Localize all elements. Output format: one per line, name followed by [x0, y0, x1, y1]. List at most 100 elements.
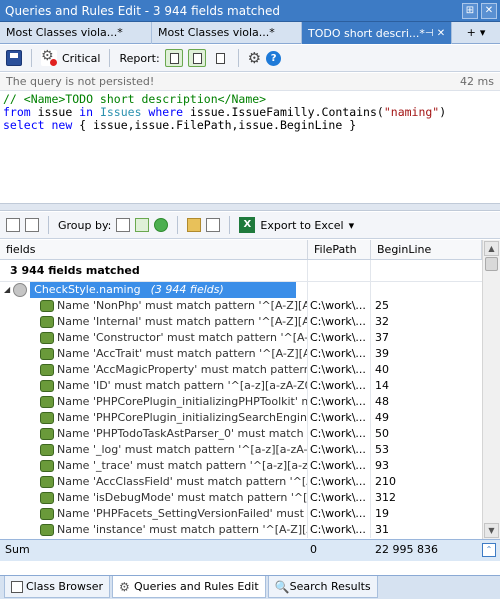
tab-label: Class Browser [26, 580, 104, 593]
table-row[interactable]: Name 'instance' must match pattern '^[A-… [0, 522, 482, 538]
rule-group-icon [13, 283, 28, 297]
close-icon[interactable]: ✕ [481, 2, 497, 19]
table-row[interactable]: Name 'Internal' must match pattern '^[A-… [0, 314, 482, 330]
sum-label: Sum [5, 543, 30, 556]
chevron-down-icon[interactable]: ▾ [349, 219, 355, 232]
toolbar-separator [48, 216, 49, 234]
beginline-cell: 210 [375, 475, 396, 488]
beginline-cell: 49 [375, 411, 389, 424]
collapse-sum-icon[interactable]: ⌃ [482, 543, 496, 557]
chevron-down-icon[interactable]: ▾ [480, 26, 486, 39]
add-tab-icon[interactable]: + [467, 26, 476, 39]
table-row[interactable]: Name '_log' must match pattern '^[a-z][a… [0, 442, 482, 458]
filepath-cell: C:\work\... [308, 362, 371, 378]
field-cell: Name 'isDebugMode' must match pattern '^… [57, 491, 308, 504]
file-icon[interactable] [206, 218, 221, 232]
sum-row: Sum 0 22 995 836 ⌃ [0, 539, 500, 561]
table-row[interactable]: Name 'Constructor' must match pattern '^… [0, 330, 482, 346]
beginline-cell: 48 [375, 395, 389, 408]
table-row[interactable]: Name 'AccMagicProperty' must match patte… [0, 362, 482, 378]
column-header-filepath[interactable]: FilePath [308, 240, 371, 259]
group-row[interactable]: ◢ CheckStyle.naming (3 944 fields) [0, 282, 482, 298]
field-icon [40, 428, 54, 440]
help-icon[interactable]: ? [266, 50, 282, 66]
tab-most-classes-1[interactable]: Most Classes viola...* [0, 22, 152, 44]
excel-icon[interactable]: X [239, 217, 256, 233]
filepath-cell: C:\work\... [308, 330, 371, 346]
results-grid: 3 944 fields matched ◢ CheckStyle.naming… [0, 260, 482, 539]
tab-label: Search Results [289, 580, 371, 593]
filepath-cell: C:\work\... [308, 490, 371, 506]
beginline-cell: 19 [375, 507, 389, 520]
critical-rule-icon[interactable] [41, 48, 57, 66]
field-icon [40, 444, 54, 456]
expand-all-icon[interactable] [6, 218, 20, 232]
table-row[interactable]: Name 'ID' must match pattern '^[a-z][a-z… [0, 378, 482, 394]
save-icon[interactable] [6, 50, 22, 66]
export-to-excel-button[interactable]: Export to Excel [260, 219, 343, 232]
scroll-down-icon[interactable]: ▼ [484, 523, 499, 538]
collapse-icon[interactable]: ◢ [4, 282, 10, 298]
query-editor[interactable]: // <Name>TODO short description</Name> f… [0, 91, 500, 203]
results-toolbar: Group by: X Export to Excel ▾ [0, 212, 500, 239]
toolbar-separator [237, 49, 239, 67]
field-icon [40, 348, 54, 360]
field-cell: Name 'Constructor' must match pattern '^… [57, 331, 308, 344]
filepath-cell: C:\work\... [308, 458, 371, 474]
toolbar-separator [177, 216, 179, 234]
sum-beginline: 22 995 836 [375, 543, 438, 556]
tab-search-results[interactable]: 🔍 Search Results [267, 576, 378, 598]
report-chart-button[interactable] [164, 49, 183, 67]
table-row[interactable]: Name 'PHPCorePlugin_initializingSearchEn… [0, 410, 482, 426]
table-row[interactable]: Name 'isDebugMode' must match pattern '^… [0, 490, 482, 506]
field-cell: Name 'PHPTodoTaskAstParser_0' must match… [57, 427, 307, 440]
query-toolbar: Critical Report: ⚙ ? [0, 45, 500, 72]
table-row[interactable]: Name 'NonPhp' must match pattern '^[A-Z]… [0, 298, 482, 314]
beginline-cell: 50 [375, 427, 389, 440]
filepath-cell: C:\work\... [308, 378, 371, 394]
field-icon [40, 476, 54, 488]
tab-close-icon[interactable]: ⊣ ✕ [425, 23, 445, 44]
beginline-cell: 53 [375, 443, 389, 456]
beginline-cell: 31 [375, 523, 389, 536]
matched-label: 3 944 fields matched [0, 260, 308, 281]
scroll-up-icon[interactable]: ▲ [484, 241, 499, 256]
filepath-cell: C:\work\... [308, 314, 371, 330]
table-row[interactable]: Name 'AccClassField' must match pattern … [0, 474, 482, 490]
pin-icon[interactable]: ⊞ [462, 2, 478, 19]
group-by-label: Group by: [58, 218, 112, 232]
folder-icon[interactable] [187, 218, 202, 232]
report-table-button[interactable] [187, 49, 206, 67]
report-list-button[interactable] [211, 49, 229, 67]
collapse-all-icon[interactable] [25, 218, 39, 232]
group-by-namespace-icon[interactable] [135, 218, 150, 232]
table-row[interactable]: Name 'PHPFacets_SettingVersionFailed' mu… [0, 506, 482, 522]
status-message: The query is not persisted! [6, 75, 155, 88]
table-row[interactable]: Name 'PHPCorePlugin_initializingPHPToolk… [0, 394, 482, 410]
gear-icon[interactable]: ⚙ [248, 50, 261, 66]
editor-splitter[interactable] [0, 203, 500, 211]
group-by-type-icon[interactable] [154, 218, 169, 232]
field-cell: Name 'AccClassField' must match pattern … [57, 475, 307, 488]
field-icon [40, 412, 54, 424]
tab-todo-short-description[interactable]: TODO short descri...* ⊣ ✕ [302, 22, 452, 44]
group-by-assembly-icon[interactable] [116, 218, 131, 232]
vertical-scrollbar[interactable]: ▲ ▼ [482, 240, 500, 539]
column-header-fields[interactable]: fields [0, 240, 308, 259]
field-cell: Name 'ID' must match pattern '^[a-z][a-z… [57, 379, 307, 392]
document-tabs: Most Classes viola...* Most Classes viol… [0, 22, 500, 44]
field-cell: Name 'Internal' must match pattern '^[A-… [57, 315, 307, 328]
tab-most-classes-2[interactable]: Most Classes viola...* [152, 22, 302, 44]
group-label: CheckStyle.naming (3 944 fields) [30, 282, 297, 298]
window-titlebar: Queries and Rules Edit - 3 944 fields ma… [0, 0, 500, 22]
tab-class-browser[interactable]: Class Browser [4, 576, 111, 598]
table-row[interactable]: Name 'PHPTodoTaskAstParser_0' must match… [0, 426, 482, 442]
table-row[interactable]: Name '_trace' must match pattern '^[a-z]… [0, 458, 482, 474]
critical-label[interactable]: Critical [62, 52, 100, 65]
table-row[interactable]: Name 'AccTrait' must match pattern '^[A-… [0, 346, 482, 362]
field-cell: Name 'AccTrait' must match pattern '^[A-… [57, 347, 307, 360]
column-header-beginline[interactable]: BeginLine [371, 240, 482, 259]
field-cell: Name 'PHPCorePlugin_initializingSearchEn… [57, 411, 308, 424]
scrollbar-thumb[interactable] [485, 257, 498, 271]
tab-queries-and-rules-edit[interactable]: ⚙ Queries and Rules Edit [112, 576, 266, 598]
